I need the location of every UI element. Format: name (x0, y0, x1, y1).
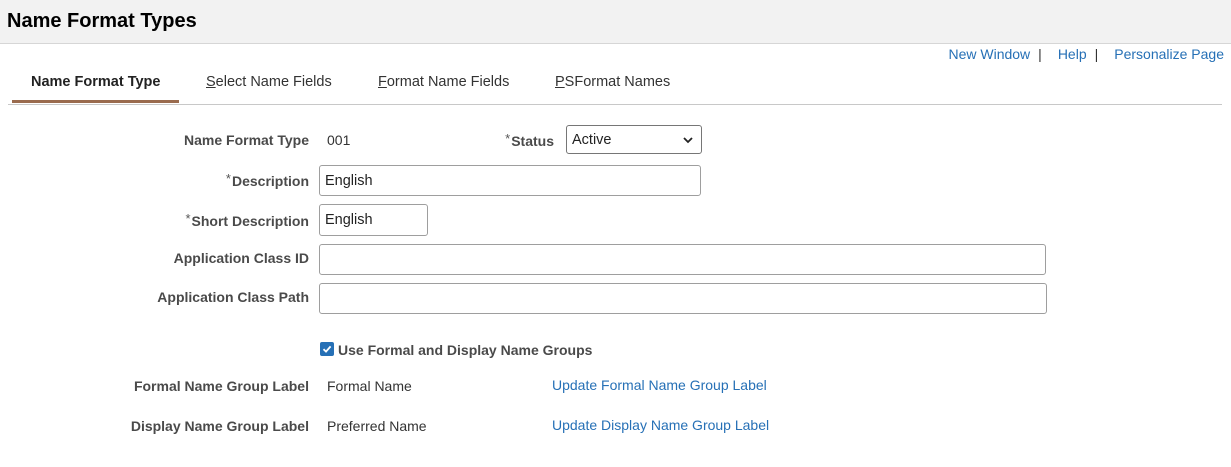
short-description-label-text: Short Description (191, 213, 309, 229)
app-class-id-label: Application Class ID (173, 250, 309, 266)
formal-group-label: Formal Name Group Label (133, 378, 309, 394)
app-class-path-input[interactable] (319, 283, 1047, 314)
app-class-id-input[interactable] (319, 244, 1046, 275)
tab-psformat-names[interactable]: PSFormat Names (555, 64, 670, 100)
description-label: *Description (226, 170, 309, 190)
use-groups-checkbox[interactable] (320, 342, 334, 356)
tab-accesskey: P (555, 74, 565, 90)
personalize-page-link[interactable]: Personalize Page (1114, 45, 1224, 63)
tab-format-name-fields[interactable]: Format Name Fields (378, 64, 509, 100)
short-description-label: *Short Description (185, 210, 309, 230)
chevron-down-icon (683, 137, 693, 144)
required-marker: * (185, 211, 191, 226)
use-groups-label[interactable]: Use Formal and Display Name Groups (338, 341, 592, 359)
status-label: *Status (505, 130, 554, 150)
tab-select-name-fields[interactable]: Select Name Fields (206, 64, 332, 100)
page-header: Name Format Types (0, 0, 1231, 44)
update-display-group-link[interactable]: Update Display Name Group Label (552, 416, 769, 434)
display-group-label: Display Name Group Label (130, 418, 309, 434)
tab-label: ormat Name Fields (386, 74, 510, 90)
app-class-path-label: Application Class Path (157, 289, 309, 305)
tabs-divider (8, 104, 1222, 105)
new-window-link[interactable]: New Window (948, 45, 1030, 63)
toplinks-separator: | (1038, 46, 1042, 62)
update-formal-group-link[interactable]: Update Formal Name Group Label (552, 376, 767, 394)
short-description-input[interactable] (319, 204, 428, 236)
tab-accesskey: F (378, 74, 387, 90)
tab-accesskey: S (206, 74, 216, 90)
name-format-type-value: 001 (327, 132, 351, 148)
status-label-text: Status (511, 133, 554, 149)
toplinks-bar: New Window | Help | Personalize Page (948, 45, 1224, 63)
formal-group-value: Formal Name (327, 378, 412, 394)
status-select[interactable]: Active (566, 125, 702, 154)
toplinks-separator: | (1094, 46, 1099, 62)
name-format-type-label: Name Format Type (184, 132, 309, 148)
tab-label: SFormat Names (564, 74, 671, 90)
description-input[interactable] (319, 165, 701, 196)
help-link[interactable]: Help (1058, 45, 1087, 63)
page-title: Name Format Types (7, 10, 197, 32)
required-marker: * (505, 131, 511, 146)
checkmark-icon (322, 345, 332, 353)
status-selected-value: Active (572, 132, 612, 148)
tab-label: elect Name Fields (215, 74, 332, 90)
required-marker: * (225, 171, 231, 186)
description-label-text: Description (231, 173, 309, 189)
tab-name-format-type[interactable]: Name Format Type (12, 64, 180, 103)
display-group-value: Preferred Name (327, 418, 427, 434)
